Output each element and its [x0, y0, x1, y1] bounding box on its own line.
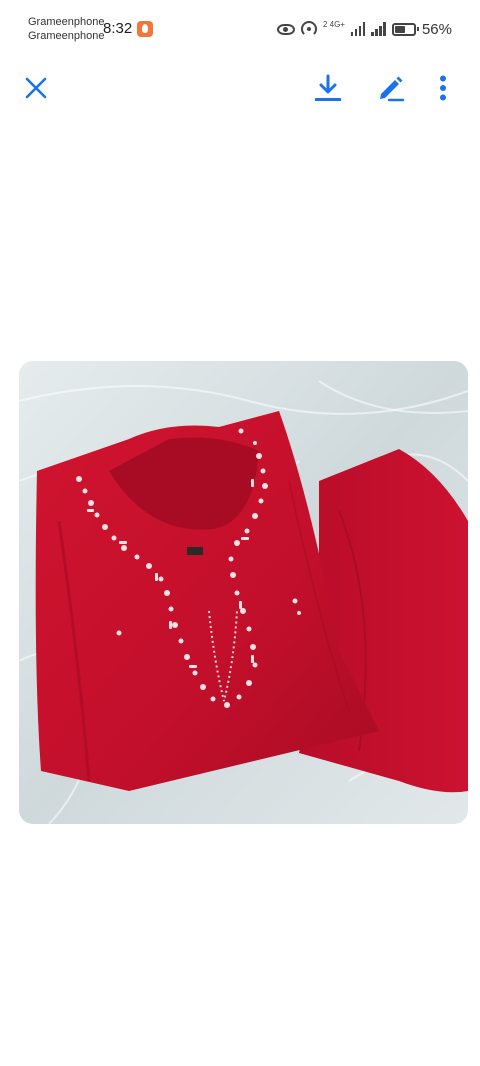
close-icon: [25, 77, 47, 99]
more-vertical-icon: [440, 75, 446, 101]
battery-icon: [391, 22, 419, 36]
edit-pencil-icon: [380, 76, 405, 102]
image-viewer-toolbar: [0, 62, 480, 114]
edit-button[interactable]: [369, 62, 413, 114]
signal-icon-sim2: [371, 22, 386, 36]
garment-photo[interactable]: [19, 361, 468, 824]
garment-illustration: [19, 361, 468, 824]
close-button[interactable]: [14, 62, 58, 114]
battery-percent: 56%: [421, 20, 452, 38]
carrier-1: Grameenphone: [28, 16, 105, 28]
network-type-label: 2 4G+: [322, 20, 345, 29]
download-icon: [315, 74, 341, 101]
carrier-names: Grameenphone Grameenphone: [28, 15, 104, 43]
status-bar: Grameenphone Grameenphone 8:32 2 4G+ 56%: [0, 0, 480, 60]
signal-icon-sim1: [350, 22, 366, 36]
download-button[interactable]: [306, 62, 350, 114]
more-options-button[interactable]: [421, 62, 465, 114]
hotspot-icon: [300, 21, 317, 37]
clock: 8:32: [103, 20, 133, 37]
size-label: [187, 547, 203, 555]
carrier-2: Grameenphone: [28, 30, 105, 42]
notification-app-icon: [137, 21, 153, 37]
status-icons: 2 4G+ 56%: [276, 18, 452, 40]
eye-comfort-icon: [276, 23, 295, 35]
